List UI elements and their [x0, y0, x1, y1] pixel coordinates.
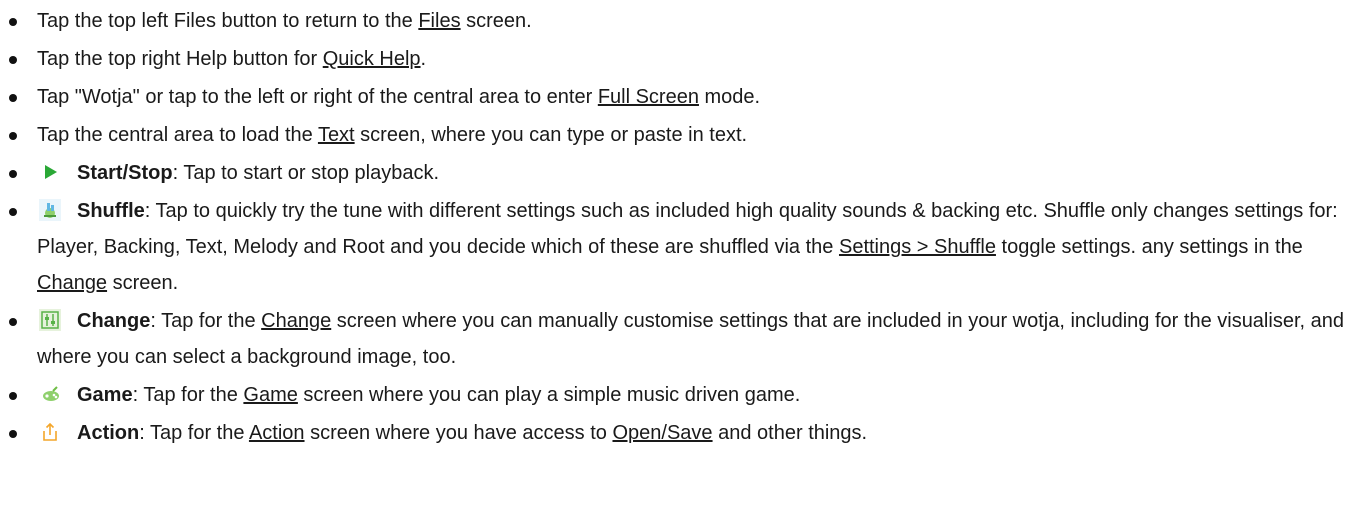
item-text: screen.	[107, 272, 179, 294]
bullet	[9, 94, 17, 102]
text-link[interactable]: Text	[318, 124, 355, 146]
item-text: and other things.	[712, 422, 868, 444]
action-link[interactable]: Action	[249, 422, 305, 444]
item-text: Tap the top left Files button to return …	[37, 10, 419, 32]
quick-help-link[interactable]: Quick Help	[323, 48, 421, 70]
change-link[interactable]: Change	[37, 272, 107, 294]
list-item: Tap the central area to load the Text sc…	[0, 116, 1363, 154]
list-item: Game: Tap for the Game screen where you …	[0, 376, 1363, 414]
item-text: : Tap for the	[139, 422, 249, 444]
full-screen-link[interactable]: Full Screen	[598, 86, 699, 108]
item-title: Change	[77, 310, 151, 332]
bullet	[9, 56, 17, 64]
item-text: .	[420, 48, 427, 70]
list-item: Shuffle: Tap to quickly try the tune wit…	[0, 192, 1363, 302]
files-link[interactable]: Files	[418, 10, 460, 32]
play-icon	[39, 161, 61, 183]
bullet	[9, 18, 17, 26]
list-item: Start/Stop: Tap to start or stop playbac…	[0, 154, 1363, 192]
item-text: screen where you have access to	[304, 422, 613, 444]
item-text: : Tap to start or stop playback.	[172, 162, 439, 184]
change-link[interactable]: Change	[261, 310, 331, 332]
item-text: : Tap for the	[150, 310, 262, 332]
shuffle-icon	[39, 199, 61, 221]
item-text: screen.	[460, 10, 532, 32]
item-title: Shuffle	[77, 200, 145, 222]
item-text: screen where you can play a simple music…	[297, 384, 801, 406]
action-icon	[39, 421, 61, 443]
item-text: Tap the top right Help button for	[37, 48, 323, 70]
bullet	[9, 318, 17, 326]
item-title: Action	[77, 422, 140, 444]
list-item: Action: Tap for the Action screen where …	[0, 414, 1363, 452]
bullet	[9, 170, 17, 178]
list-item: Tap the top left Files button to return …	[0, 2, 1363, 40]
help-list: Tap the top left Files button to return …	[0, 0, 1363, 452]
item-text: screen, where you can type or paste in t…	[354, 124, 748, 146]
list-item: Tap the top right Help button for Quick …	[0, 40, 1363, 78]
game-link[interactable]: Game	[243, 384, 297, 406]
game-icon	[39, 383, 61, 405]
bullet	[9, 132, 17, 140]
open-save-link[interactable]: Open/Save	[612, 422, 712, 444]
item-title: Game	[77, 384, 133, 406]
item-text: Tap "Wotja" or tap to the left or right …	[37, 86, 598, 108]
change-icon	[39, 309, 61, 331]
item-text: Tap the central area to load the	[37, 124, 318, 146]
item-text: : Tap for the	[132, 384, 244, 406]
settings-shuffle-link[interactable]: Settings > Shuffle	[839, 236, 996, 258]
bullet	[9, 430, 17, 438]
item-title: Start/Stop	[77, 162, 173, 184]
item-text: toggle settings. any settings in the	[995, 236, 1303, 258]
list-item: Tap "Wotja" or tap to the left or right …	[0, 78, 1363, 116]
bullet	[9, 208, 17, 216]
bullet	[9, 392, 17, 400]
item-text: mode.	[698, 86, 761, 108]
list-item: Change: Tap for the Change screen where …	[0, 302, 1363, 376]
